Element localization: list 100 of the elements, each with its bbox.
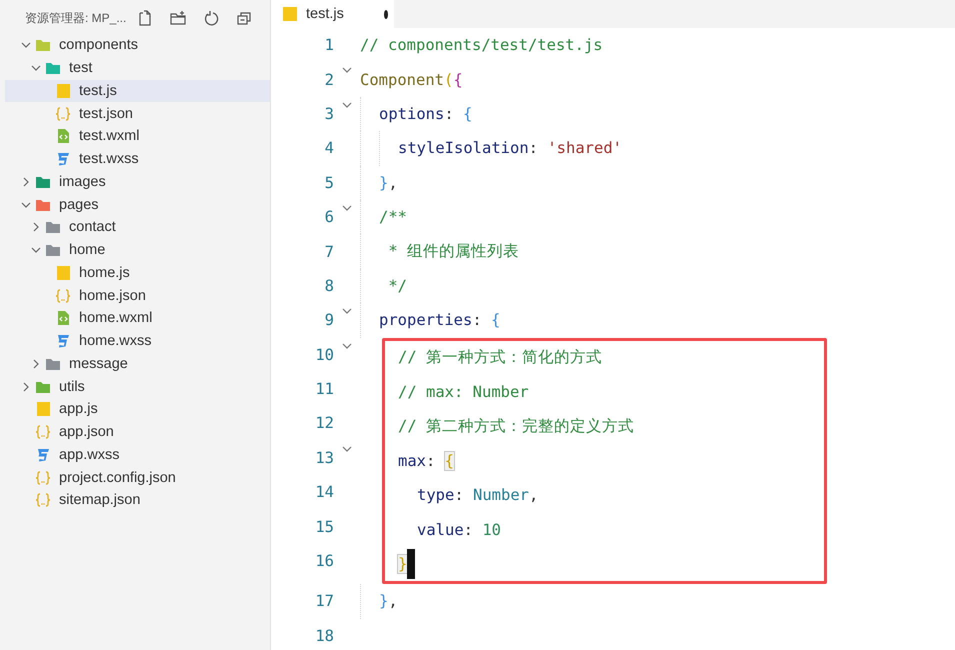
line-number: 10 bbox=[314, 346, 334, 364]
code-file-icon bbox=[55, 129, 71, 144]
line-number: 8 bbox=[324, 276, 334, 295]
code-token: : bbox=[426, 452, 436, 470]
tree-item[interactable]: test.wxss bbox=[5, 148, 270, 170]
chevron-down-icon[interactable] bbox=[21, 200, 31, 210]
line-number: 15 bbox=[314, 518, 334, 536]
tree-item[interactable]: home.wxml bbox=[5, 307, 270, 330]
fold-chevron-icon[interactable] bbox=[342, 100, 352, 109]
fold-chevron-icon[interactable] bbox=[342, 66, 352, 74]
tree-item[interactable]: message bbox=[5, 352, 270, 376]
code-token: { bbox=[453, 70, 463, 89]
tree-item[interactable]: sitemap.json bbox=[5, 489, 270, 512]
braces-icon bbox=[55, 106, 71, 121]
tree-item[interactable]: project.config.json bbox=[5, 466, 270, 489]
code-token: : bbox=[454, 486, 465, 504]
fold-chevron-icon[interactable] bbox=[342, 444, 352, 453]
tree-item[interactable]: app.js bbox=[5, 398, 270, 421]
chevron-down-icon[interactable] bbox=[21, 40, 31, 50]
code-token: type bbox=[417, 486, 454, 504]
fold-chevron-icon[interactable] bbox=[342, 342, 352, 350]
line-number: 2 bbox=[324, 70, 334, 89]
code-token: { bbox=[491, 311, 500, 330]
fold-chevron-icon[interactable] bbox=[342, 204, 352, 212]
chevron-right-icon[interactable] bbox=[21, 382, 31, 392]
tree-item[interactable]: images bbox=[5, 170, 270, 194]
code-token: // components/test/test.js bbox=[360, 36, 603, 54]
css-file-icon bbox=[55, 152, 71, 166]
code-token: 10 bbox=[482, 520, 502, 539]
chevron-right-icon[interactable] bbox=[21, 176, 31, 187]
explorer-title: 资源管理器: MP_... bbox=[25, 10, 128, 26]
file-name: app.wxss bbox=[59, 446, 120, 463]
file-name: test.wxss bbox=[79, 151, 139, 168]
tree-item[interactable]: test bbox=[5, 56, 270, 80]
code-token: max bbox=[398, 452, 426, 470]
file-name: message bbox=[69, 356, 128, 372]
file-name: project.config.json bbox=[59, 470, 176, 486]
editor-tab[interactable]: test.js bbox=[271, 0, 394, 28]
line-number: 3 bbox=[324, 104, 334, 123]
code-token: } bbox=[398, 555, 408, 574]
line-number: 13 bbox=[314, 448, 334, 467]
code-token: } bbox=[379, 174, 388, 192]
line-number: 17 bbox=[314, 592, 334, 610]
chevron-right-icon[interactable] bbox=[31, 222, 41, 232]
tree-item[interactable]: contact bbox=[5, 216, 270, 239]
tree-item[interactable]: home bbox=[5, 238, 270, 262]
code-token: } bbox=[379, 592, 388, 610]
file-name: app.js bbox=[59, 401, 98, 418]
code-token: /** bbox=[379, 208, 407, 226]
tree-item[interactable]: app.wxss bbox=[5, 444, 270, 466]
refresh-icon[interactable] bbox=[203, 10, 219, 26]
line-number: 9 bbox=[324, 311, 334, 330]
code-token: : bbox=[464, 520, 474, 539]
js-file-icon bbox=[55, 266, 71, 280]
braces-icon bbox=[55, 288, 71, 303]
line-number: 7 bbox=[324, 242, 334, 261]
code-token: : bbox=[472, 311, 483, 330]
file-name: utils bbox=[59, 378, 85, 395]
fold-chevron-icon[interactable] bbox=[342, 307, 352, 316]
code-token: 'shared' bbox=[547, 139, 622, 158]
file-name: sitemap.json bbox=[59, 492, 140, 508]
chevron-down-icon[interactable] bbox=[31, 63, 41, 74]
tree-item[interactable]: home.js bbox=[5, 262, 270, 284]
line-number: 11 bbox=[314, 380, 334, 398]
tree-item[interactable]: pages bbox=[5, 193, 270, 216]
collapse-icon[interactable] bbox=[236, 10, 252, 26]
new-file-icon[interactable] bbox=[137, 10, 153, 26]
file-name: test.wxml bbox=[79, 128, 140, 144]
code-token: options bbox=[379, 104, 444, 123]
code-token: */ bbox=[387, 276, 407, 295]
file-name: home bbox=[69, 242, 106, 258]
tree-item[interactable]: test.js bbox=[5, 80, 270, 102]
tree-item[interactable]: app.json bbox=[5, 420, 270, 444]
tree-item[interactable]: home.wxss bbox=[5, 330, 270, 352]
css-file-icon bbox=[35, 448, 51, 462]
braces-icon bbox=[35, 425, 51, 440]
tree-item[interactable]: test.json bbox=[5, 102, 270, 125]
line-number: 18 bbox=[314, 626, 334, 645]
file-name: components bbox=[59, 37, 138, 54]
tree-item[interactable]: utils bbox=[5, 375, 270, 398]
file-name: app.json bbox=[59, 424, 114, 440]
file-name: contact bbox=[69, 219, 116, 236]
code-token: , bbox=[388, 592, 398, 610]
tree-item[interactable]: components bbox=[5, 34, 270, 57]
new-folder-icon[interactable] bbox=[170, 10, 186, 26]
code-token: Component bbox=[360, 70, 444, 89]
code-token: , bbox=[529, 486, 538, 504]
css-file-icon bbox=[55, 334, 71, 348]
chevron-right-icon[interactable] bbox=[31, 358, 41, 369]
js-file-icon bbox=[55, 84, 71, 98]
code-token: styleIsolation bbox=[398, 139, 529, 158]
file-name: test.json bbox=[79, 106, 133, 122]
line-number: 16 bbox=[314, 552, 334, 570]
js-file-icon bbox=[35, 402, 51, 416]
file-name: test bbox=[69, 60, 92, 76]
file-name: home.json bbox=[79, 288, 146, 304]
tree-item[interactable]: test.wxml bbox=[5, 125, 270, 148]
line-number: 14 bbox=[314, 483, 334, 502]
chevron-down-icon[interactable] bbox=[31, 245, 41, 256]
tree-item[interactable]: home.json bbox=[5, 284, 270, 307]
